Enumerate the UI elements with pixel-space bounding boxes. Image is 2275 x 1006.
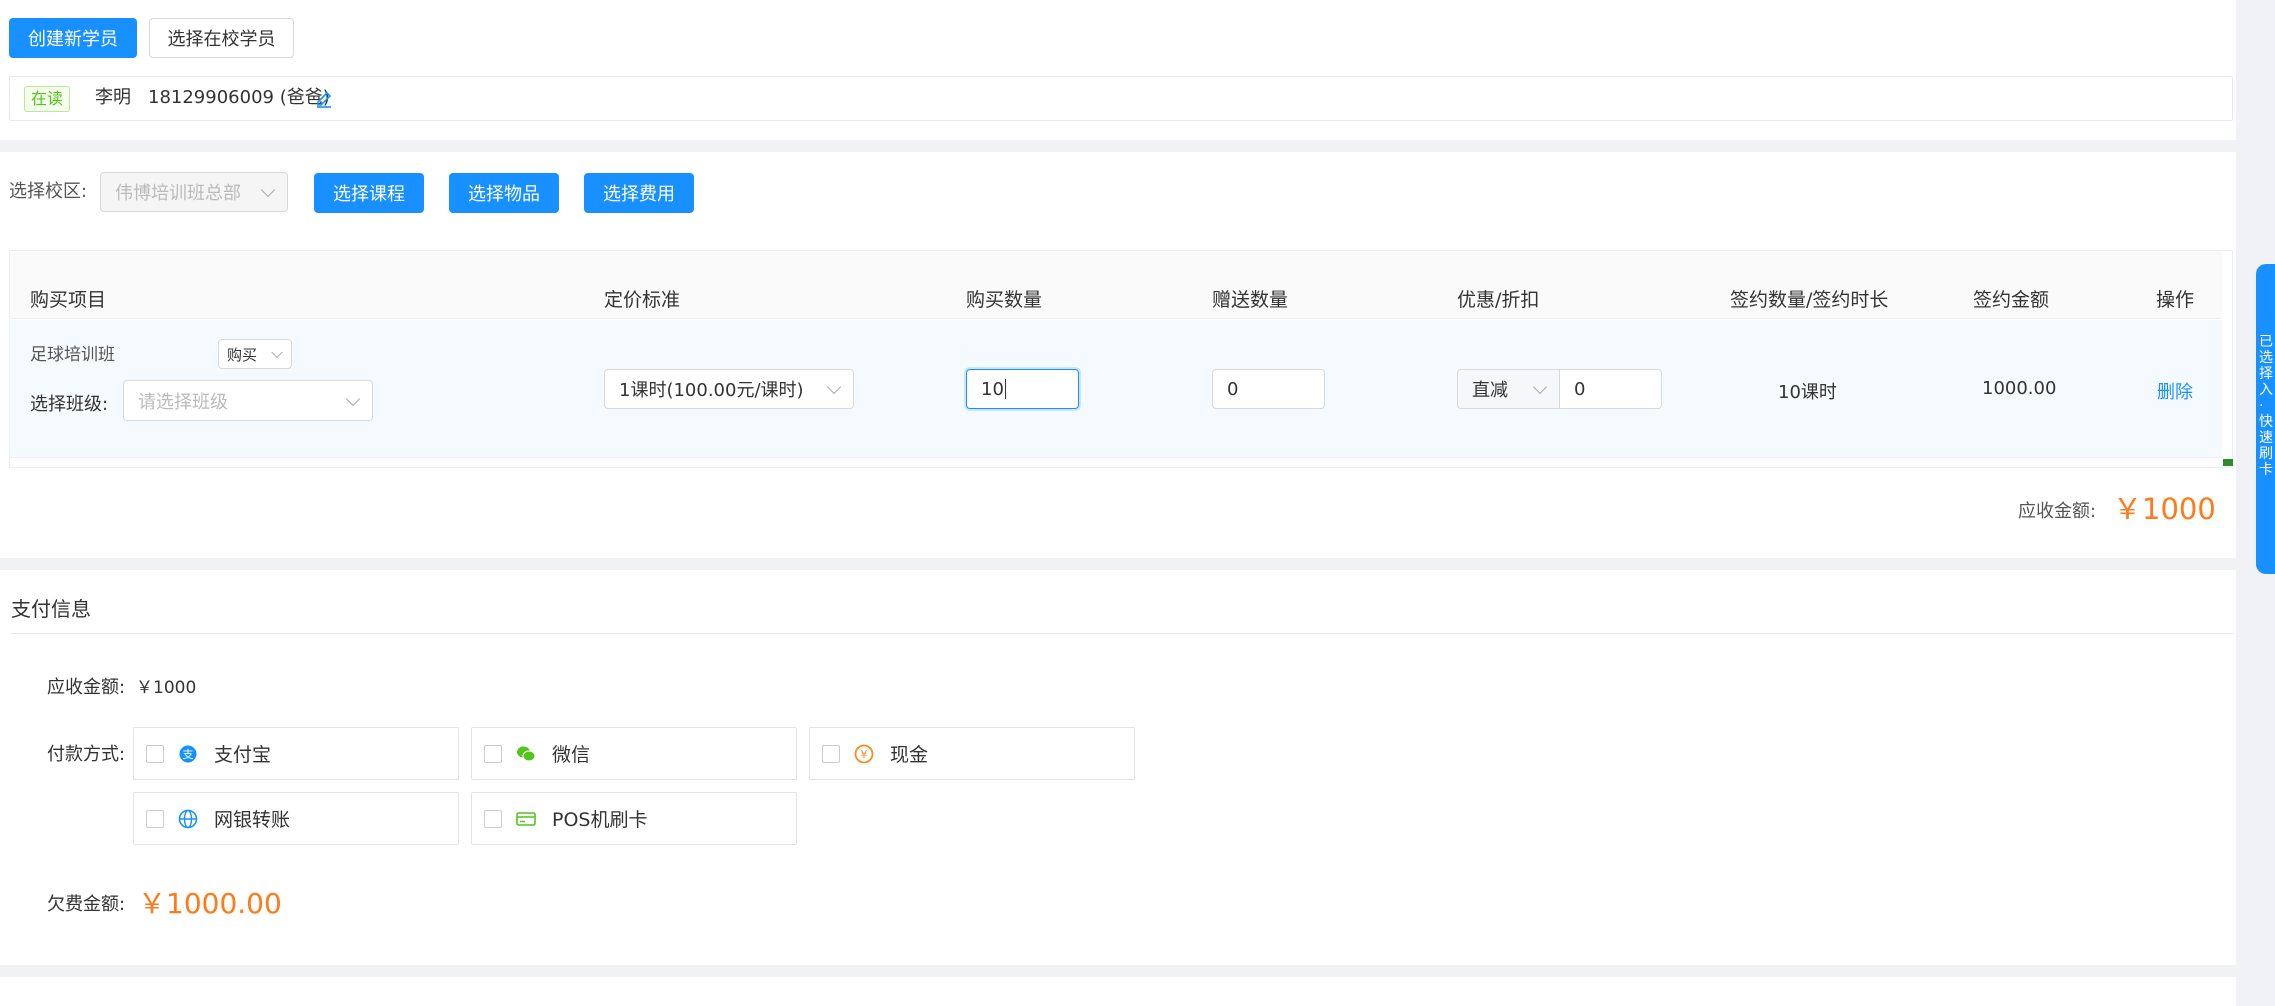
- svg-text:支: 支: [183, 748, 194, 761]
- pricing-select[interactable]: 1课时(100.00元/课时): [604, 369, 854, 409]
- quantity-input[interactable]: 10: [966, 369, 1079, 409]
- debt-amount: ￥1000.00: [138, 887, 282, 920]
- wechat-icon: [516, 744, 536, 764]
- debt-label: 欠费金额:: [47, 894, 126, 915]
- text-cursor: [1004, 379, 1006, 399]
- payment-section-title: 支付信息: [11, 597, 91, 621]
- header-gift: 赠送数量: [1212, 289, 1289, 311]
- wechat-checkbox[interactable]: [484, 744, 502, 763]
- alipay-label: 支付宝: [214, 744, 272, 766]
- cash-label: 现金: [890, 744, 929, 766]
- select-course-button[interactable]: 选择课程: [314, 173, 424, 213]
- bottom-panel: [0, 977, 2236, 1006]
- cash-checkbox[interactable]: [822, 744, 840, 763]
- header-signed-amount: 签约金额: [1973, 289, 2050, 311]
- pos-card-label: POS机刷卡: [552, 809, 648, 831]
- quantity-value: 10: [981, 378, 1004, 400]
- chevron-down-icon: [826, 379, 842, 395]
- bank-transfer-icon: [178, 809, 198, 829]
- payment-receivable-value: ￥1000: [136, 678, 197, 698]
- student-phone: 18129906009 (爸爸): [148, 87, 330, 108]
- delete-link[interactable]: 删除: [2157, 378, 2193, 404]
- course-name: 足球培训班: [30, 345, 115, 365]
- wechat-label: 微信: [552, 744, 591, 766]
- edit-icon[interactable]: [313, 87, 335, 109]
- status-badge: 在读: [24, 86, 71, 112]
- receivable-amount: ￥1000: [2113, 492, 2216, 526]
- discount-value: 0: [1574, 378, 1586, 400]
- chevron-down-icon: [1532, 379, 1548, 395]
- create-student-button[interactable]: 创建新学员: [9, 18, 137, 58]
- header-action: 操作: [2156, 289, 2195, 311]
- pos-card-checkbox[interactable]: [484, 809, 502, 828]
- campus-select[interactable]: 伟博培训班总部: [100, 172, 288, 212]
- payment-method-wechat[interactable]: 微信: [471, 727, 797, 780]
- payment-method-bank-transfer[interactable]: 网银转账: [133, 792, 459, 845]
- class-select[interactable]: 请选择班级: [123, 380, 373, 421]
- payment-method-alipay[interactable]: 支 支付宝: [133, 727, 459, 780]
- header-pricing: 定价标准: [604, 289, 681, 311]
- alipay-icon: 支: [178, 744, 198, 764]
- pos-card-icon: [516, 809, 536, 829]
- bank-transfer-checkbox[interactable]: [146, 809, 164, 828]
- chevron-down-icon: [271, 346, 283, 359]
- svg-text:¥: ¥: [861, 748, 868, 761]
- receivable-label: 应收金额:: [2018, 501, 2097, 522]
- header-quantity: 购买数量: [966, 289, 1043, 311]
- side-quick-tab[interactable]: 已选择入·快速刷卡: [2256, 264, 2275, 574]
- table-header: [10, 251, 2222, 319]
- class-label: 选择班级:: [30, 394, 109, 415]
- cash-icon: ¥: [854, 744, 874, 764]
- payment-receivable-label: 应收金额:: [47, 677, 126, 698]
- student-info-bar: [9, 76, 2233, 121]
- payment-method-label: 付款方式:: [47, 744, 126, 765]
- signed-amount: 1000.00: [1982, 378, 2057, 399]
- buy-type-value: 购买: [227, 345, 258, 364]
- discount-type-select[interactable]: 直减: [1457, 369, 1560, 409]
- class-select-placeholder: 请选择班级: [138, 391, 228, 413]
- gift-value: 0: [1227, 378, 1239, 400]
- header-item: 购买项目: [30, 289, 107, 311]
- select-enrolled-student-button[interactable]: 选择在校学员: [149, 18, 294, 58]
- buy-type-select[interactable]: 购买: [218, 339, 292, 369]
- gift-quantity-input[interactable]: 0: [1212, 369, 1325, 409]
- resize-handle[interactable]: [2223, 459, 2233, 466]
- header-discount: 优惠/折扣: [1457, 289, 1540, 311]
- discount-value-input[interactable]: 0: [1559, 369, 1662, 409]
- student-name: 李明: [95, 87, 131, 108]
- discount-type-value: 直减: [1472, 380, 1508, 401]
- bank-transfer-label: 网银转账: [214, 809, 291, 831]
- select-fee-button[interactable]: 选择费用: [584, 173, 694, 213]
- header-signed-qty: 签约数量/签约时长: [1730, 289, 1889, 311]
- divider: [11, 633, 2233, 634]
- campus-label: 选择校区:: [9, 181, 88, 202]
- side-quick-tab-label: 已选择入·快速刷卡: [2259, 334, 2273, 478]
- chevron-down-icon: [345, 391, 361, 406]
- payment-method-pos-card[interactable]: POS机刷卡: [471, 792, 797, 845]
- alipay-checkbox[interactable]: [146, 744, 164, 763]
- chevron-down-icon: [260, 182, 276, 198]
- select-goods-button[interactable]: 选择物品: [449, 173, 559, 213]
- pricing-select-value: 1课时(100.00元/课时): [619, 380, 804, 401]
- campus-select-value: 伟博培训班总部: [115, 183, 241, 204]
- payment-method-cash[interactable]: ¥ 现金: [809, 727, 1135, 780]
- signed-quantity: 10课时: [1778, 382, 1837, 403]
